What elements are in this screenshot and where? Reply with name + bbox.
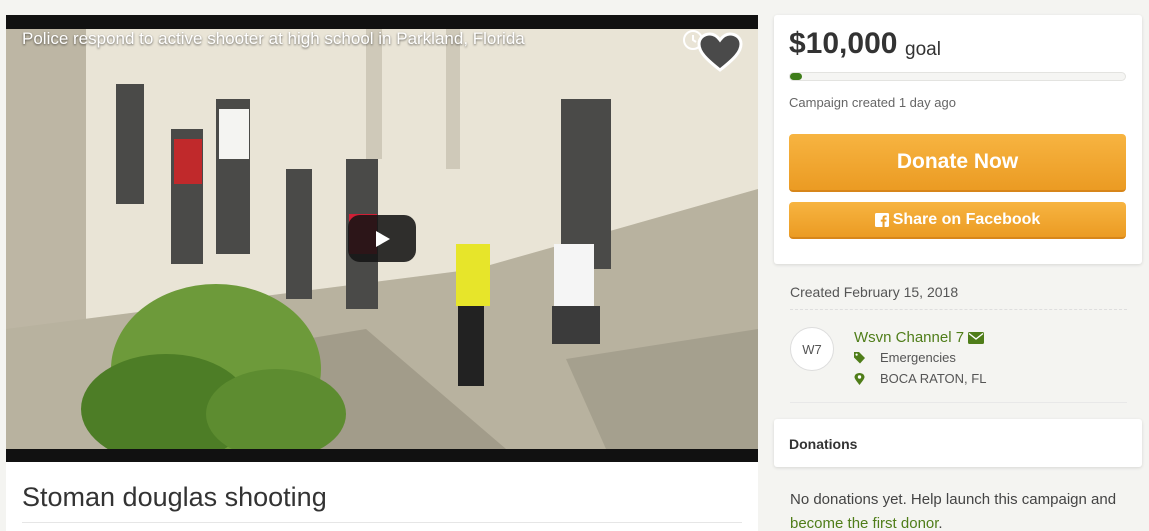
organizer-name: Wsvn Channel 7 bbox=[854, 329, 965, 346]
created-date: Created February 15, 2018 bbox=[790, 284, 959, 300]
video-player[interactable]: Police respond to active shooter at high… bbox=[6, 15, 758, 462]
sentence-end: . bbox=[938, 515, 943, 531]
video-title[interactable]: Police respond to active shooter at high… bbox=[22, 29, 525, 49]
facebook-icon bbox=[874, 212, 889, 227]
become-first-donor-link[interactable]: become the first donor bbox=[790, 515, 938, 531]
donations-heading: Donations bbox=[789, 436, 858, 452]
share-facebook-label: Share on Facebook bbox=[892, 210, 1041, 228]
organizer-link[interactable]: Wsvn Channel 7 bbox=[854, 329, 985, 346]
campaign-title-card: Stoman douglas shooting bbox=[6, 462, 758, 531]
goal-card: $10,000 goal Campaign created 1 day ago … bbox=[774, 15, 1142, 264]
location-row: BOCA RATON, FL bbox=[854, 371, 986, 386]
tag-icon bbox=[854, 351, 865, 363]
no-donations-text: No donations yet. Help launch this campa… bbox=[790, 491, 1117, 508]
goal-label: goal bbox=[905, 39, 941, 60]
play-button[interactable] bbox=[348, 215, 416, 262]
location-pin-icon bbox=[854, 372, 865, 385]
divider bbox=[22, 522, 742, 523]
divider bbox=[790, 402, 1127, 403]
donate-now-button[interactable]: Donate Now bbox=[789, 134, 1126, 192]
campaign-title: Stoman douglas shooting bbox=[22, 482, 327, 512]
play-icon bbox=[376, 230, 390, 247]
heart-icon[interactable] bbox=[696, 31, 744, 73]
category-row: Emergencies bbox=[854, 350, 956, 365]
category-label[interactable]: Emergencies bbox=[880, 350, 956, 365]
envelope-icon[interactable] bbox=[968, 331, 985, 344]
progress-bar bbox=[789, 72, 1126, 81]
no-donations-message: No donations yet. Help launch this campa… bbox=[790, 488, 1140, 531]
share-facebook-button[interactable]: Share on Facebook bbox=[789, 202, 1126, 239]
campaign-created-ago: Campaign created 1 day ago bbox=[789, 95, 956, 110]
location-label: BOCA RATON, FL bbox=[880, 371, 987, 386]
organizer-avatar[interactable]: W7 bbox=[790, 327, 834, 371]
progress-fill bbox=[790, 73, 802, 80]
goal-amount: $10,000 bbox=[789, 27, 898, 60]
divider bbox=[790, 309, 1127, 310]
donations-card: Donations bbox=[774, 419, 1142, 467]
